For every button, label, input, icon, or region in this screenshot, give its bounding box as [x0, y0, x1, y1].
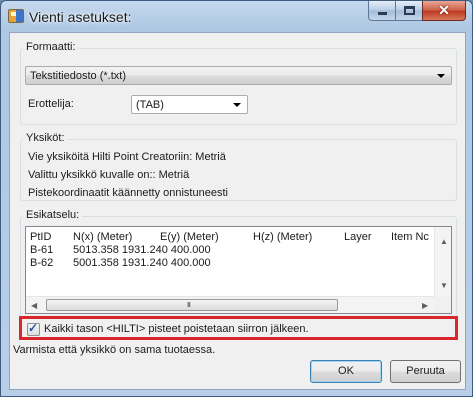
column-header-item-no: Item Nc — [391, 231, 429, 243]
table-row-id: B-61 — [30, 244, 54, 256]
delete-points-checkbox[interactable]: ✓ — [27, 321, 40, 336]
chevron-down-icon — [233, 103, 241, 107]
export-settings-window: Vienti asetukset: ✕ Formaatti: Tekstitie… — [0, 0, 473, 397]
scroll-right-icon[interactable]: ▶ — [422, 301, 428, 310]
maximize-button[interactable] — [395, 1, 422, 21]
units-line-rotated: Pistekoordinaatit käännetty onnistuneest… — [28, 187, 228, 199]
close-button[interactable]: ✕ — [422, 1, 466, 21]
maximize-icon — [404, 6, 415, 15]
units-group: Yksiköt: Vie yksiköitä Hilti Point Creat… — [20, 132, 457, 201]
app-icon — [8, 9, 24, 23]
caption-buttons: ✕ — [368, 1, 466, 21]
window-title: Vienti asetukset: — [29, 9, 132, 25]
horizontal-scrollbar[interactable]: ◀ III ▶ — [26, 296, 435, 313]
preview-table[interactable]: PtID N(x) (Meter) E(y) (Meter) H(z) (Met… — [25, 226, 452, 314]
units-line-export: Vie yksiköitä Hilti Point Creatoriin: Me… — [28, 151, 226, 163]
scroll-grip-icon: III — [187, 302, 191, 309]
scroll-down-icon[interactable]: ▼ — [440, 281, 448, 290]
minimize-button[interactable] — [368, 1, 395, 21]
table-row-values: 5013.358 1931.240 400.000 — [73, 244, 211, 256]
separator-select[interactable]: (TAB) — [131, 95, 248, 114]
close-icon: ✕ — [438, 2, 450, 18]
ok-button[interactable]: OK — [310, 360, 382, 383]
chevron-down-icon — [437, 74, 445, 78]
format-group: Formaatti: Tekstitiedosto (*.txt) Erotte… — [20, 41, 457, 125]
vertical-scrollbar[interactable]: ▲ ▼ — [434, 227, 451, 297]
format-select-value: Tekstitiedosto (*.txt) — [30, 70, 126, 82]
separator-select-value: (TAB) — [136, 99, 164, 111]
checkmark-icon: ✓ — [28, 321, 39, 335]
units-line-image: Valittu yksikkö kuvalle on:: Metriä — [28, 169, 190, 181]
column-header-nx: N(x) (Meter) — [73, 231, 133, 243]
format-select[interactable]: Tekstitiedosto (*.txt) — [25, 66, 452, 85]
column-header-layer: Layer — [344, 231, 372, 243]
preview-group-label: Esikatselu: — [23, 209, 83, 221]
table-row-id: B-62 — [30, 257, 54, 269]
preview-group: Esikatselu: PtID N(x) (Meter) E(y) (Mete… — [20, 209, 457, 317]
scrollbar-corner — [434, 296, 451, 313]
separator-label: Erottelija: — [28, 98, 74, 110]
horizontal-scroll-thumb[interactable]: III — [46, 299, 338, 311]
scroll-left-icon[interactable]: ◀ — [31, 301, 37, 310]
unit-warning-text: Varmista että yksikkö on sama tuotaessa. — [13, 344, 216, 356]
delete-points-label[interactable]: Kaikki tason <HILTI> pisteet poistetaan … — [44, 323, 309, 335]
delete-points-highlight: ✓ Kaikki tason <HILTI> pisteet poistetaa… — [19, 316, 458, 340]
format-group-label: Formaatti: — [23, 41, 79, 53]
cancel-button[interactable]: Peruuta — [390, 360, 461, 383]
column-header-ey: E(y) (Meter) — [160, 231, 219, 243]
dialog-body: Formaatti: Tekstitiedosto (*.txt) Erotte… — [9, 32, 466, 390]
title-bar[interactable]: Vienti asetukset: ✕ — [1, 1, 472, 31]
column-header-ptid: PtID — [30, 231, 52, 243]
minimize-icon — [378, 12, 387, 15]
units-group-label: Yksiköt: — [23, 132, 68, 144]
column-header-hz: H(z) (Meter) — [253, 231, 313, 243]
table-row-values: 5001.358 1931.240 400.000 — [73, 257, 211, 269]
scroll-up-icon[interactable]: ▲ — [440, 237, 448, 246]
